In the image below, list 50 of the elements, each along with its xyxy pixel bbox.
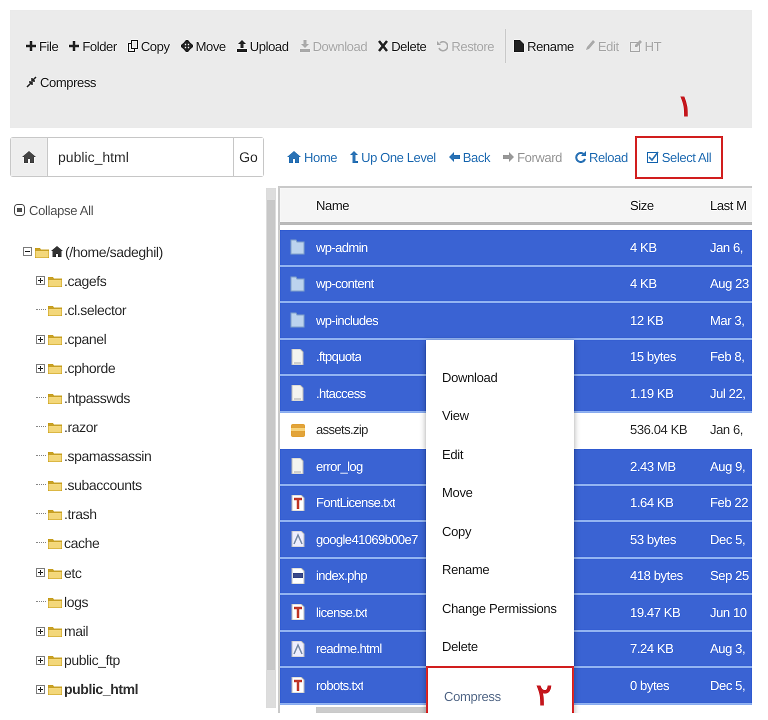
menu-item-label: Download [442, 370, 498, 385]
menu-item-label: Delete [442, 639, 478, 654]
menu-item-label: Edit [442, 446, 464, 462]
table-cell: Jun 10 [710, 604, 747, 620]
table-cell: google41069b00e7 [316, 532, 418, 547]
table-cell: FontLicense.txt [316, 495, 396, 510]
table-cell: license.txt [316, 604, 368, 620]
table-cell: 1.19 KB [630, 386, 674, 401]
menu-item-label: Rename [442, 562, 490, 578]
table-cell: 4 KB [630, 240, 657, 255]
table-cell: Jan 6, [710, 240, 744, 255]
table-cell: .ftpquota [316, 349, 362, 364]
table-cell: index.php [316, 568, 367, 584]
table-cell: 4 KB [630, 276, 657, 292]
table-cell: wp-admin [316, 240, 368, 255]
menu-item-label: Compress [444, 688, 501, 704]
table-cell: Dec 5, [710, 678, 746, 693]
table-cell: Dec 5, [710, 532, 746, 547]
table-cell: error_log [316, 458, 363, 474]
table-cell: Mar 3, [710, 312, 744, 328]
table-cell: robots.txt [316, 678, 364, 693]
table-cell: 536.04 KB [630, 422, 688, 438]
table-cell: .htaccess [316, 386, 366, 401]
table-cell: 0 bytes [630, 678, 670, 693]
table-cell: Sep 25 [710, 568, 749, 584]
table-cell: 53 bytes [630, 532, 676, 547]
table-cell: 15 bytes [630, 349, 676, 364]
table-cell: Aug 23 [710, 276, 749, 292]
table-cell: Aug 9, [710, 458, 746, 474]
table-cell: 1.64 KB [630, 495, 674, 510]
table-cell: Jul 22, [710, 386, 746, 401]
annotation-number: ۱ [676, 92, 693, 122]
menu-item-label: Change Permissions [442, 600, 557, 616]
table-cell: assets.zip [316, 422, 368, 438]
table-cell: 19.47 KB [630, 604, 680, 620]
table-cell: Aug 3, [710, 641, 746, 656]
table-cell: 7.24 KB [630, 641, 674, 656]
table-cell: wp-includes [316, 312, 378, 328]
table-cell: 2.43 MB [630, 458, 676, 474]
menu-item-label: Copy [442, 524, 472, 539]
table-cell: 12 KB [630, 312, 664, 328]
table-cell: Jan 6, [710, 422, 744, 438]
table-cell: 418 bytes [630, 568, 683, 584]
table-cell: Feb 8, [710, 349, 744, 364]
menu-item-label: View [442, 408, 469, 424]
table-cell: readme.html [316, 641, 382, 656]
table-cell: wp-content [316, 276, 374, 292]
table-cell: Feb 22 [710, 495, 748, 510]
annotation-number: ۲ [536, 681, 552, 711]
menu-item-label: Move [442, 485, 473, 500]
